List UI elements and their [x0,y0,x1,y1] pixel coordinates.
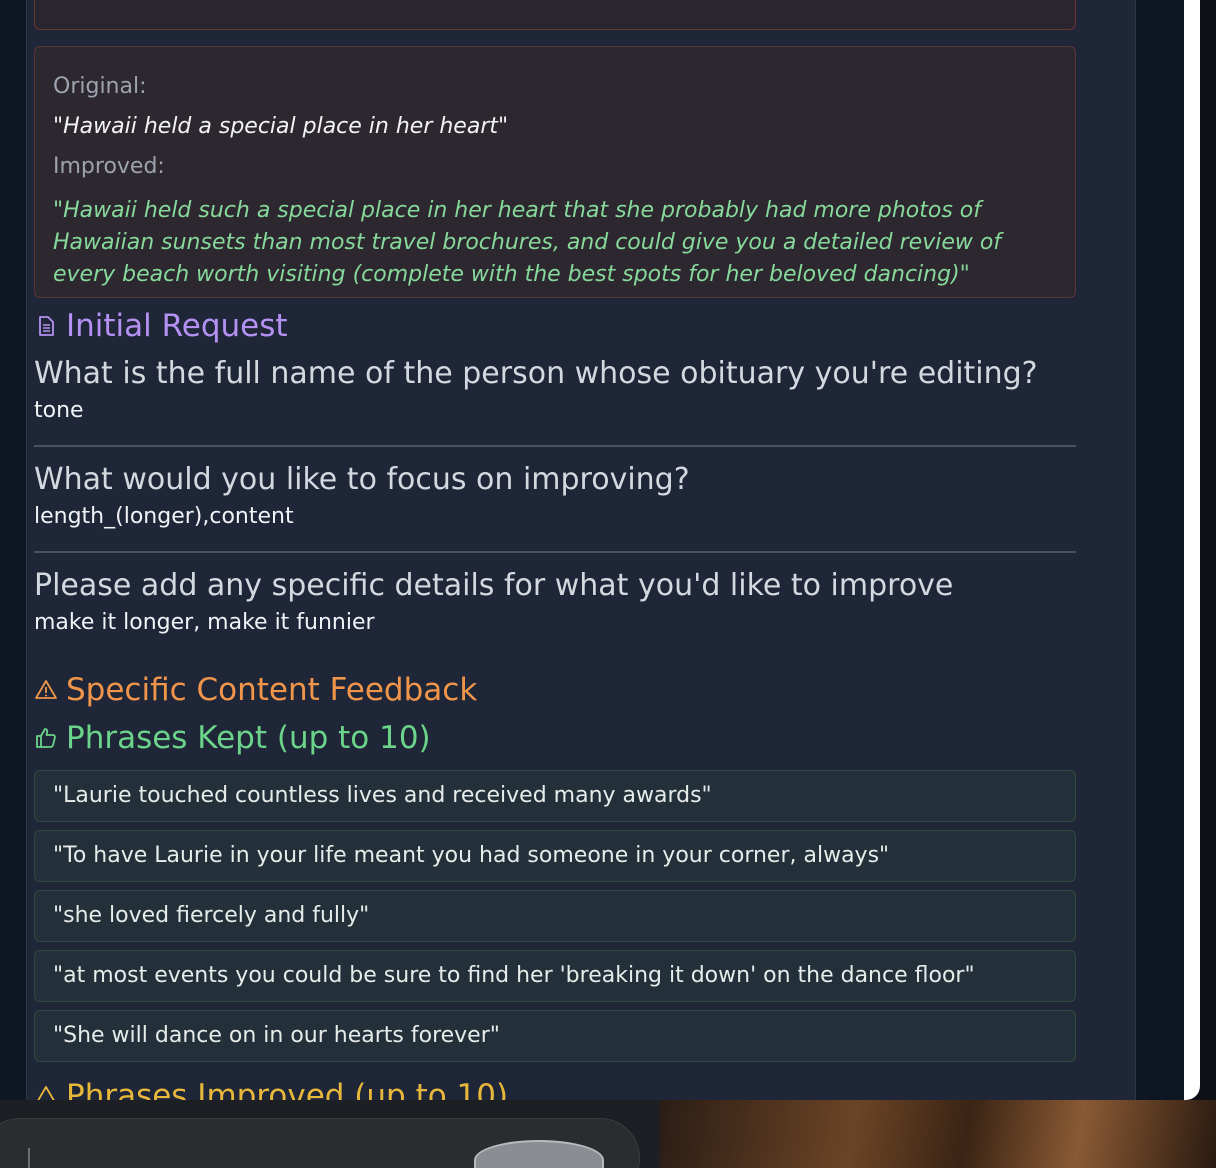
warning-icon [37,1086,55,1100]
desktop-dock-area [0,1100,1216,1168]
initial-request-title: Initial Request [66,308,288,344]
kept-phrase: "at most events you could be sure to fin… [34,950,1076,1002]
warning-icon [35,680,57,699]
kept-phrase: "To have Laurie in your life meant you h… [34,830,1076,882]
improved-text: "Hawaii held such a special place in her… [53,198,1002,287]
scrollbar-track[interactable] [1184,0,1200,1100]
thumbs-up-icon [36,728,56,748]
wallpaper-image [660,1100,1216,1168]
phrases-kept-heading: Phrases Kept (up to 10) [34,720,431,756]
request-answer: tone [34,398,84,423]
kept-phrase: "She will dance on in our hearts forever… [34,1010,1076,1062]
request-question: Please add any specific details for what… [34,568,954,603]
request-answer: length_(longer),content [34,504,294,529]
original-text: "Hawaii held a special place in her hear… [53,114,509,139]
kept-phrase: "Laurie touched countless lives and rece… [34,770,1076,822]
dock-separator [28,1148,30,1168]
phrases-improved-title: Phrases Improved (up to 10) [66,1078,509,1100]
content-feedback-title: Specific Content Feedback [66,672,478,708]
comparison-box: Original: "Hawaii held a special place i… [34,46,1076,298]
phrases-improved-heading: Phrases Improved (up to 10) [34,1078,508,1100]
divider [34,445,1076,447]
initial-request-heading: Initial Request [34,308,288,344]
request-item: Please add any specific details for what… [34,568,1076,636]
request-answer: make it longer, make it funnier [34,610,375,635]
previous-comparison-box [34,0,1076,30]
request-question: What is the full name of the person whos… [34,356,1038,391]
original-label: Original: [53,74,147,99]
document-icon [39,316,54,336]
divider [34,551,1076,553]
improved-label: Improved: [53,154,165,179]
kept-phrase: "she loved fiercely and fully" [34,890,1076,942]
app-window: Original: "Hawaii held a special place i… [0,0,1200,1100]
phrases-kept-title: Phrases Kept (up to 10) [66,720,431,756]
content-feedback-heading: Specific Content Feedback [34,672,477,708]
request-item: What would you like to focus on improvin… [34,462,1076,530]
request-item: What is the full name of the person whos… [34,356,1076,424]
request-question: What would you like to focus on improvin… [34,462,690,497]
